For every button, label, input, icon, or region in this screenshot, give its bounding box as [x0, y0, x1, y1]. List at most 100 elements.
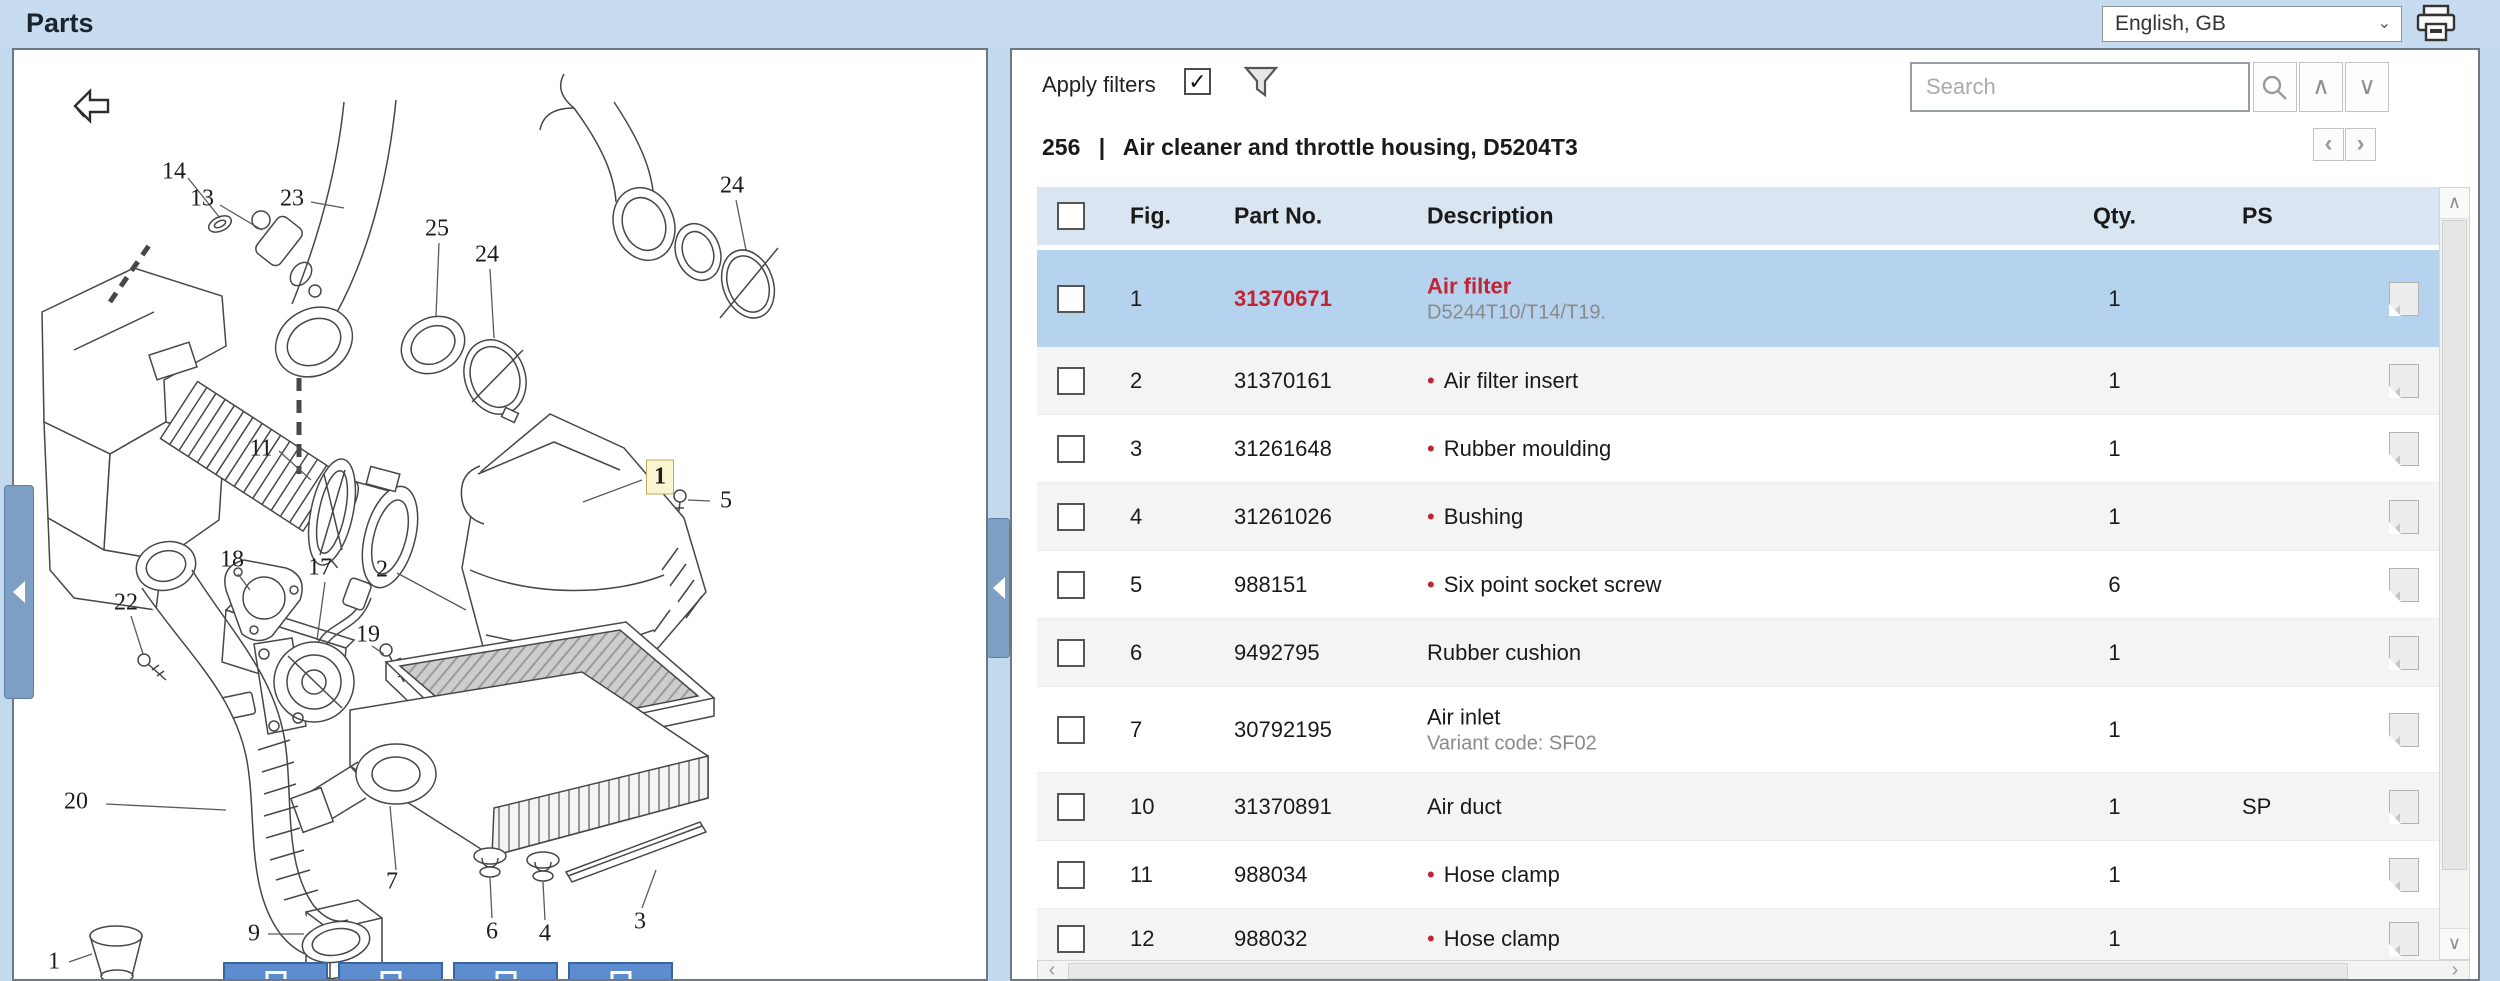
callout-label[interactable]: 11 — [249, 436, 272, 463]
note-icon[interactable] — [2389, 431, 2419, 466]
header-desc[interactable]: Description — [1427, 203, 1554, 230]
search-button[interactable] — [2253, 62, 2297, 112]
row-checkbox[interactable] — [1057, 924, 1085, 953]
note-icon[interactable] — [2389, 363, 2419, 398]
callout-label[interactable]: 24 — [720, 173, 744, 200]
callout-label[interactable]: 5 — [720, 488, 732, 515]
part-number-link[interactable]: 988032 — [1234, 926, 1307, 952]
callout-label[interactable]: 1 — [48, 949, 60, 976]
diagram-toolbar-button[interactable] — [338, 962, 443, 979]
callout-label[interactable]: 19 — [356, 622, 380, 649]
scroll-right-button[interactable]: › — [2441, 960, 2469, 979]
apply-filters-checkbox[interactable]: ✓ — [1184, 68, 1211, 95]
table-row[interactable]: 2 31370161 • Air filter insert 1 — [1037, 347, 2439, 415]
table-row[interactable]: 1 31370671 Air filter D5244T10/T14/T19. 1 — [1037, 250, 2439, 347]
note-icon[interactable] — [2389, 857, 2419, 892]
part-number-link[interactable]: 30792195 — [1234, 717, 1332, 743]
row-checkbox[interactable] — [1057, 792, 1085, 821]
fig-cell: 2 — [1130, 367, 1143, 393]
search-prev-button[interactable]: ∧ — [2299, 62, 2343, 112]
callout-label[interactable]: 9 — [248, 921, 260, 948]
table-row[interactable]: 6 9492795 Rubber cushion 1 — [1037, 619, 2439, 687]
row-checkbox[interactable] — [1057, 860, 1085, 889]
vertical-scrollbar[interactable]: ∧ ∨ — [2439, 187, 2470, 960]
diagram-toolbar-button[interactable] — [223, 962, 328, 979]
part-number-link[interactable]: 31370161 — [1234, 368, 1332, 394]
collapse-left-handle[interactable] — [4, 485, 34, 699]
row-checkbox[interactable] — [1057, 715, 1085, 744]
qty-cell: 1 — [2108, 861, 2121, 887]
row-checkbox[interactable] — [1057, 502, 1085, 531]
table-row[interactable]: 11 988034 • Hose clamp 1 — [1037, 841, 2439, 909]
header-qty[interactable]: Qty. — [2077, 203, 2152, 230]
callout-label[interactable]: 22 — [114, 590, 138, 617]
collapse-panel-handle[interactable] — [987, 518, 1010, 658]
row-checkbox[interactable] — [1057, 366, 1085, 395]
part-number-link[interactable]: 31370671 — [1234, 286, 1332, 312]
note-icon[interactable] — [2389, 921, 2419, 956]
callout-label[interactable]: 25 — [425, 216, 449, 243]
print-button[interactable] — [2414, 4, 2458, 44]
search-input[interactable] — [1910, 62, 2250, 112]
row-checkbox[interactable] — [1057, 434, 1085, 463]
table-row[interactable]: 10 31370891 Air duct 1 SP — [1037, 773, 2439, 841]
top-bar: Parts English, GB ⌄ — [0, 0, 2500, 48]
diagram-toolbar-button[interactable] — [453, 962, 558, 979]
callout-label[interactable]: 14 — [162, 159, 186, 186]
part-number-link[interactable]: 31370891 — [1234, 794, 1332, 820]
scroll-up-button[interactable]: ∧ — [2440, 188, 2469, 219]
header-part[interactable]: Part No. — [1234, 203, 1322, 230]
callout-label[interactable]: 20 — [64, 789, 88, 816]
qty-cell: 1 — [2108, 639, 2121, 665]
language-select[interactable]: English, GB ⌄ — [2102, 6, 2402, 42]
callout-label[interactable]: 7 — [386, 869, 398, 896]
row-checkbox[interactable] — [1057, 284, 1085, 313]
note-icon[interactable] — [2389, 281, 2419, 316]
callout-label[interactable]: 6 — [486, 919, 498, 946]
table-row[interactable]: 4 31261026 • Bushing 1 — [1037, 483, 2439, 551]
scrollbar-thumb[interactable] — [1068, 963, 2348, 979]
callout-label[interactable]: 17 — [308, 555, 332, 582]
horizontal-scrollbar[interactable]: ‹ › — [1037, 960, 2470, 979]
qty-cell: 1 — [2108, 716, 2121, 742]
note-icon[interactable] — [2389, 499, 2419, 534]
qty-cell: 1 — [2108, 285, 2121, 311]
back-button[interactable] — [72, 88, 112, 129]
part-number-link[interactable]: 9492795 — [1234, 640, 1320, 666]
callout-label[interactable]: 13 — [190, 186, 214, 213]
chevron-down-icon: ∨ — [2358, 73, 2376, 100]
note-icon[interactable] — [2389, 789, 2419, 824]
header-ps[interactable]: PS — [2242, 203, 2332, 230]
note-icon[interactable] — [2389, 567, 2419, 602]
search-next-button[interactable]: ∨ — [2345, 62, 2389, 112]
note-icon[interactable] — [2389, 635, 2419, 670]
row-checkbox[interactable] — [1057, 638, 1085, 667]
callout-label[interactable]: 23 — [280, 186, 304, 213]
callout-label[interactable]: 4 — [539, 921, 551, 948]
callout-label[interactable]: 24 — [475, 242, 499, 269]
callout-label[interactable]: 2 — [376, 557, 388, 584]
filter-button[interactable] — [1243, 66, 1280, 103]
part-number-link[interactable]: 988034 — [1234, 862, 1307, 888]
chevron-up-icon: ∧ — [2447, 192, 2462, 212]
table-row[interactable]: 7 30792195 Air inlet Variant code: SF02 1 — [1037, 687, 2439, 773]
table-row[interactable]: 3 31261648 • Rubber moulding 1 — [1037, 415, 2439, 483]
scroll-left-button[interactable]: ‹ — [1038, 960, 1066, 979]
note-icon[interactable] — [2389, 712, 2419, 747]
next-page-button[interactable]: › — [2345, 128, 2376, 161]
header-fig[interactable]: Fig. — [1130, 203, 1171, 230]
part-number-link[interactable]: 31261026 — [1234, 504, 1332, 530]
row-checkbox[interactable] — [1057, 570, 1085, 599]
scrollbar-thumb[interactable] — [2442, 220, 2467, 870]
table-row[interactable]: 5 988151 • Six point socket screw 6 — [1037, 551, 2439, 619]
callout-label[interactable]: 3 — [634, 909, 646, 936]
callout-label[interactable]: 18 — [220, 547, 244, 574]
part-number-link[interactable]: 31261648 — [1234, 436, 1332, 462]
diagram-toolbar-button[interactable] — [568, 962, 673, 979]
select-all-checkbox[interactable] — [1057, 202, 1085, 230]
selected-callout-label[interactable]: 1 — [646, 459, 674, 495]
description-cell: • Hose clamp — [1427, 926, 1560, 952]
scroll-down-button[interactable]: ∨ — [2440, 928, 2469, 959]
part-number-link[interactable]: 988151 — [1234, 572, 1307, 598]
prev-page-button[interactable]: ‹ — [2313, 128, 2344, 161]
